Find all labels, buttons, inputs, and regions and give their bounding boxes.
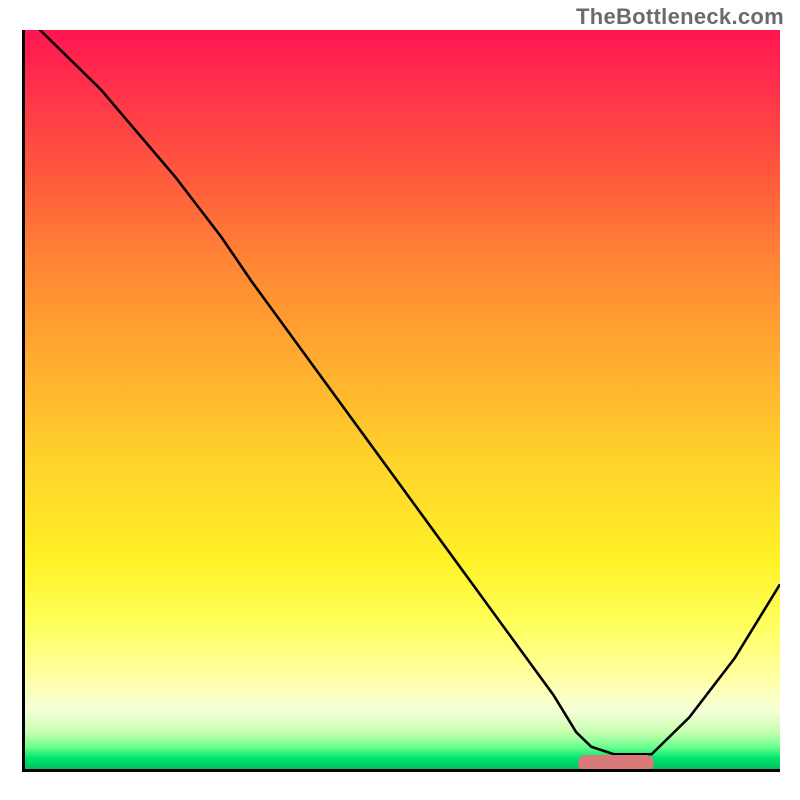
optimal-range-marker <box>578 755 654 771</box>
chart-plot-area <box>22 30 780 772</box>
chart-curve-svg <box>25 30 780 769</box>
bottleneck-curve-path <box>25 30 780 754</box>
watermark-text: TheBottleneck.com <box>576 4 784 30</box>
